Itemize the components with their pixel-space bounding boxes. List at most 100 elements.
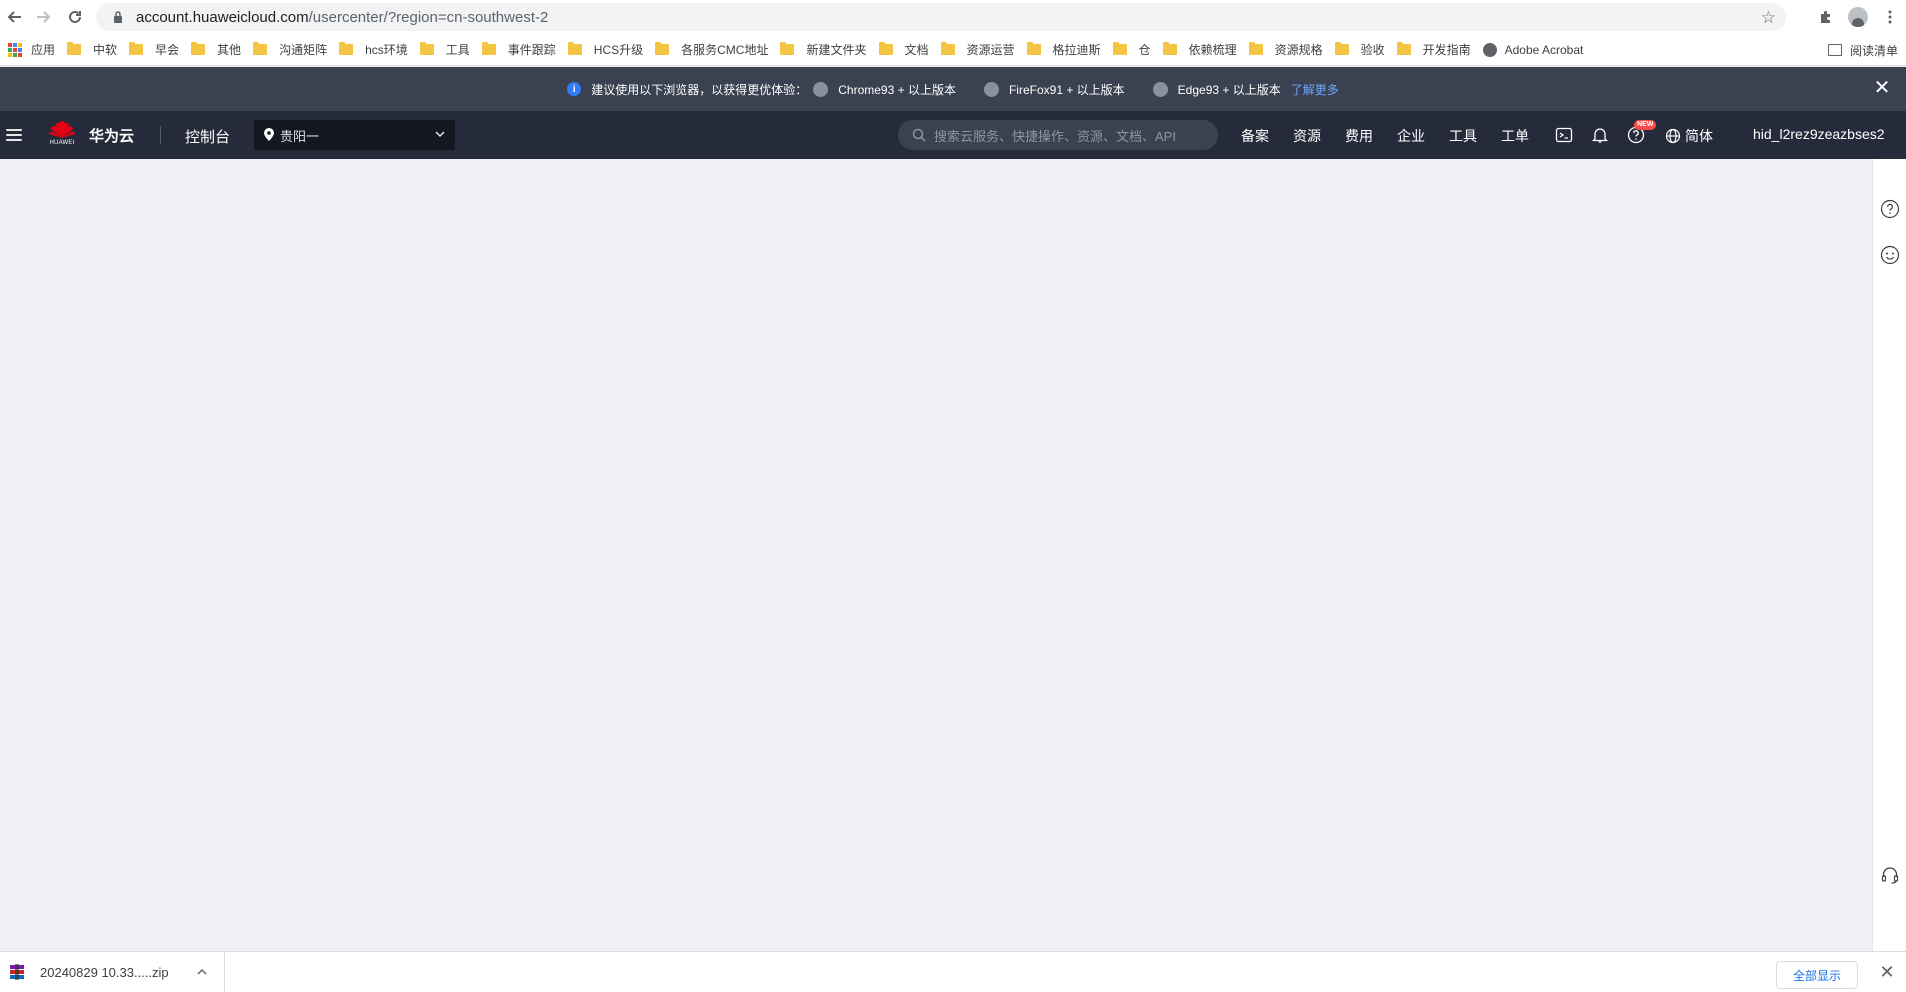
hamburger-menu-icon[interactable] bbox=[6, 129, 22, 141]
terminal-icon[interactable] bbox=[1555, 126, 1573, 144]
bookmark-folder[interactable]: 仓 bbox=[1109, 38, 1159, 62]
bookmark-apps[interactable]: 应用 bbox=[4, 38, 63, 62]
headset-support-icon[interactable] bbox=[1880, 865, 1900, 885]
browser-firefox: FireFox91 + 以上版本 bbox=[983, 81, 1153, 98]
folder-icon bbox=[655, 42, 670, 55]
folder-icon bbox=[1026, 42, 1041, 55]
back-icon[interactable] bbox=[0, 2, 30, 32]
global-search-input[interactable]: 搜索云服务、快捷操作、资源、文档、API bbox=[898, 120, 1218, 150]
reading-list-button[interactable]: 阅读清单 bbox=[1827, 38, 1898, 62]
edge-icon bbox=[1152, 81, 1168, 97]
chrome-icon bbox=[813, 81, 829, 97]
new-badge: NEW bbox=[1634, 120, 1657, 130]
location-pin-icon bbox=[264, 128, 274, 141]
archive-file-icon bbox=[10, 964, 24, 980]
bookmark-folder[interactable]: HCS升级 bbox=[564, 38, 651, 62]
kebab-menu-icon[interactable] bbox=[1874, 0, 1906, 34]
browser-notice-bar: i 建议使用以下浏览器，以获得更优体验： Chrome93 + 以上版本 Fir… bbox=[0, 67, 1906, 111]
reading-list-icon bbox=[1827, 44, 1842, 56]
user-account[interactable]: hid_l2rez9zeazbses2 bbox=[1753, 126, 1885, 142]
folder-icon bbox=[567, 42, 582, 55]
bookmark-folder[interactable]: 各服务CMC地址 bbox=[651, 38, 776, 62]
region-name: 贵阳一 bbox=[280, 128, 320, 144]
download-item[interactable]: 20240829 10.33.....zip bbox=[0, 951, 225, 992]
folder-icon bbox=[940, 42, 955, 55]
bookmark-folder[interactable]: 资源规格 bbox=[1245, 38, 1331, 62]
bookmark-folder[interactable]: 中软 bbox=[63, 38, 125, 62]
search-icon bbox=[912, 128, 926, 142]
download-file-name: 20240829 10.33.....zip bbox=[40, 964, 169, 980]
folder-icon bbox=[1162, 42, 1177, 55]
url-path: /usercenter/?region=cn-southwest-2 bbox=[308, 8, 549, 26]
folder-icon bbox=[1112, 42, 1127, 55]
bookmark-folder[interactable]: 验收 bbox=[1331, 38, 1393, 62]
bookmark-folder[interactable]: 其他 bbox=[187, 38, 249, 62]
main-content bbox=[0, 159, 1872, 951]
apps-grid-icon bbox=[8, 42, 22, 57]
bookmarks-bar: 应用 中软 早会 其他 沟通矩阵 hcs环境 工具 事件跟踪 HCS升级 各服务CMC地址 新建文… bbox=[0, 34, 1906, 66]
bookmark-folder[interactable]: 事件跟踪 bbox=[478, 38, 564, 62]
bookmark-folder[interactable]: 文档 bbox=[875, 38, 937, 62]
folder-icon bbox=[780, 42, 795, 55]
folder-icon bbox=[191, 42, 206, 55]
bookmark-folder[interactable]: hcs环境 bbox=[335, 38, 416, 62]
menu-item-resources[interactable]: 资源 bbox=[1293, 126, 1321, 146]
menu-item-billing[interactable]: 费用 bbox=[1345, 126, 1373, 146]
bookmark-folder[interactable]: 开发指南 bbox=[1393, 38, 1479, 62]
huawei-logo[interactable]: HUAWEI bbox=[46, 119, 78, 149]
menu-item-filing[interactable]: 备案 bbox=[1241, 126, 1269, 146]
browser-chrome: Chrome93 + 以上版本 bbox=[813, 81, 984, 98]
close-icon[interactable]: ✕ bbox=[1878, 963, 1896, 981]
menu-item-tools[interactable]: 工具 bbox=[1449, 126, 1477, 146]
help-icon[interactable] bbox=[1880, 199, 1900, 219]
folder-icon bbox=[878, 42, 893, 55]
bookmark-folder[interactable]: 沟通矩阵 bbox=[249, 38, 335, 62]
console-link[interactable]: 控制台 bbox=[185, 126, 230, 147]
browser-edge: Edge93 + 以上版本 bbox=[1152, 81, 1281, 98]
folder-icon bbox=[67, 42, 82, 55]
star-icon[interactable]: ☆ bbox=[1761, 8, 1776, 28]
lock-icon[interactable] bbox=[110, 9, 126, 25]
bookmark-folder[interactable]: 依赖梳理 bbox=[1159, 38, 1245, 62]
bookmark-folder[interactable]: 资源运营 bbox=[937, 38, 1023, 62]
menu-item-enterprise[interactable]: 企业 bbox=[1397, 126, 1425, 146]
bookmark-folder[interactable]: 工具 bbox=[416, 38, 478, 62]
folder-icon bbox=[419, 42, 434, 55]
bookmark-folder[interactable]: 早会 bbox=[125, 38, 187, 62]
bell-icon[interactable] bbox=[1591, 126, 1609, 144]
floating-tool-rail bbox=[1872, 159, 1906, 951]
folder-icon bbox=[1248, 42, 1263, 55]
learn-more-link[interactable]: 了解更多 bbox=[1291, 81, 1339, 98]
info-icon: i bbox=[567, 82, 582, 96]
console-header: HUAWEI 华为云 控制台 贵阳一 搜索云服务、快捷操作、资源、文档、API … bbox=[0, 111, 1906, 159]
reload-icon[interactable] bbox=[60, 2, 90, 32]
browser-toolbar: account.huaweicloud.com/usercenter/?regi… bbox=[0, 0, 1906, 34]
address-bar[interactable]: account.huaweicloud.com/usercenter/?regi… bbox=[96, 3, 1786, 31]
forward-icon[interactable] bbox=[28, 2, 58, 32]
browser-actions bbox=[1810, 0, 1906, 34]
extensions-icon[interactable] bbox=[1810, 0, 1842, 34]
smiley-feedback-icon[interactable] bbox=[1880, 245, 1900, 265]
globe-icon bbox=[1665, 128, 1681, 144]
bookmark-adobe-acrobat[interactable]: Adobe Acrobat bbox=[1479, 38, 1592, 62]
search-placeholder: 搜索云服务、快捷操作、资源、文档、API bbox=[934, 128, 1176, 144]
bookmark-folder[interactable]: 新建文件夹 bbox=[776, 38, 874, 62]
close-icon[interactable]: ✕ bbox=[1872, 78, 1892, 98]
show-all-downloads-button[interactable]: 全部显示 bbox=[1775, 961, 1858, 989]
huawei-petal-icon bbox=[49, 121, 75, 138]
folder-icon bbox=[129, 42, 144, 55]
chevron-up-icon[interactable] bbox=[196, 966, 208, 978]
language-selector[interactable]: 简体 bbox=[1665, 126, 1713, 146]
folder-icon bbox=[481, 42, 496, 55]
menu-item-tickets[interactable]: 工单 bbox=[1501, 126, 1529, 146]
brand-name[interactable]: 华为云 bbox=[89, 125, 134, 146]
folder-icon bbox=[1334, 42, 1349, 55]
region-selector[interactable]: 贵阳一 bbox=[254, 120, 455, 150]
bookmark-folders: 中软 早会 其他 沟通矩阵 hcs环境 工具 事件跟踪 HCS升级 各服务CMC地址 新建文件夹文… bbox=[63, 38, 1479, 62]
folder-icon bbox=[253, 42, 268, 55]
profile-icon[interactable] bbox=[1842, 0, 1874, 34]
notice-message: 建议使用以下浏览器，以获得更优体验： bbox=[591, 82, 808, 97]
folder-icon bbox=[1396, 42, 1411, 55]
url-host: account.huaweicloud.com bbox=[136, 8, 309, 26]
bookmark-folder[interactable]: 格拉迪斯 bbox=[1023, 38, 1109, 62]
